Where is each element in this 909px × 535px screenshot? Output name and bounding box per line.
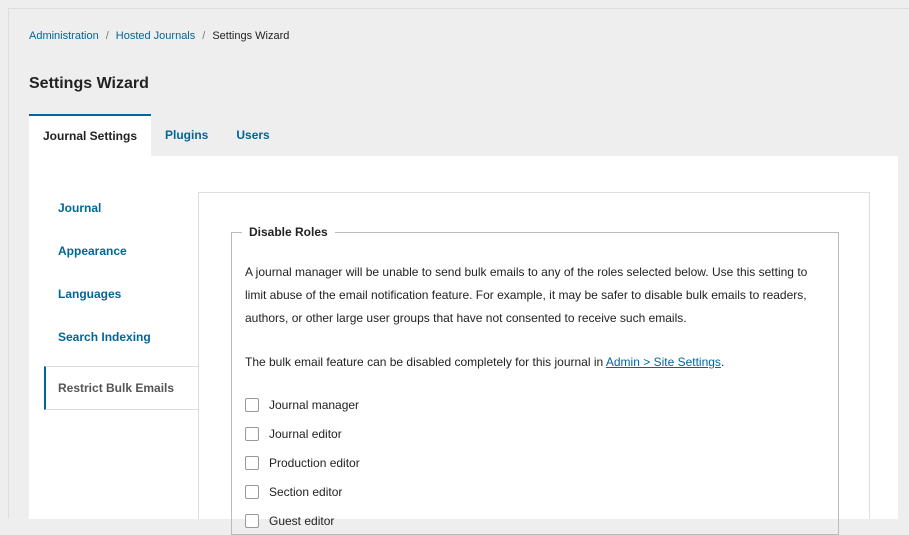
breadcrumb-current: Settings Wizard bbox=[212, 30, 290, 42]
side-nav-item-journal[interactable]: Journal bbox=[44, 190, 198, 233]
side-nav-item-restrict-bulk-emails[interactable]: Restrict Bulk Emails bbox=[44, 366, 198, 410]
breadcrumb: Administration / Hosted Journals / Settings … bbox=[29, 30, 289, 42]
restrict-bulk-emails-content: Disable Roles A journal manager will be … bbox=[198, 192, 870, 535]
disable-roles-legend: Disable Roles bbox=[249, 225, 328, 239]
disable-roles-description: A journal manager will be unable to send… bbox=[245, 265, 808, 325]
tab-plugins[interactable]: Plugins bbox=[165, 114, 208, 156]
checkbox[interactable] bbox=[245, 397, 259, 412]
disable-roles-fieldset: Disable Roles A journal manager will be … bbox=[231, 225, 839, 535]
side-nav-item-appearance[interactable]: Appearance bbox=[44, 233, 198, 276]
checkbox[interactable] bbox=[245, 513, 259, 528]
role-option-journal-editor[interactable]: Journal editor bbox=[245, 419, 360, 448]
side-nav-item-search-indexing[interactable]: Search Indexing bbox=[44, 319, 198, 362]
tab-users[interactable]: Users bbox=[236, 114, 269, 156]
checkbox[interactable] bbox=[245, 455, 259, 470]
page-body: Administration / Hosted Journals / Settings … bbox=[9, 9, 909, 535]
breadcrumb-separator: / bbox=[105, 30, 109, 42]
side-nav: Journal Appearance Languages Search Inde… bbox=[44, 190, 198, 410]
breadcrumb-hosted-journals[interactable]: Hosted Journals bbox=[116, 30, 196, 42]
page-frame: Administration / Hosted Journals / Settings … bbox=[8, 8, 909, 535]
role-option-journal-manager[interactable]: Journal manager bbox=[245, 390, 360, 419]
page-title: Settings Wizard bbox=[29, 75, 149, 92]
role-label: Journal editor bbox=[269, 426, 342, 441]
main-tabs: Journal Settings Plugins Users bbox=[29, 114, 270, 156]
role-label: Section editor bbox=[269, 484, 343, 499]
journal-settings-panel: Journal Appearance Languages Search Inde… bbox=[29, 156, 898, 535]
checkbox[interactable] bbox=[245, 484, 259, 499]
breadcrumb-administration[interactable]: Administration bbox=[29, 30, 99, 42]
bulk-email-note: The bulk email feature can be disabled c… bbox=[245, 352, 724, 372]
bulk-email-note-end: . bbox=[720, 355, 725, 369]
side-nav-item-languages[interactable]: Languages bbox=[44, 276, 198, 319]
role-option-production-editor[interactable]: Production editor bbox=[245, 448, 360, 477]
breadcrumb-separator: / bbox=[202, 30, 206, 42]
role-option-section-editor[interactable]: Section editor bbox=[245, 477, 360, 506]
role-label: Journal manager bbox=[269, 397, 360, 412]
role-label: Guest editor bbox=[269, 513, 335, 528]
bulk-email-note-text: The bulk email feature can be disabled c… bbox=[245, 355, 606, 369]
tab-journal-settings[interactable]: Journal Settings bbox=[29, 114, 152, 156]
role-checkbox-list: Journal manager Journal editor Productio… bbox=[245, 390, 360, 535]
role-label: Production editor bbox=[269, 455, 360, 470]
site-settings-link[interactable]: Admin > Site Settings bbox=[606, 355, 721, 369]
role-option-guest-editor[interactable]: Guest editor bbox=[245, 506, 360, 535]
checkbox[interactable] bbox=[245, 426, 259, 441]
